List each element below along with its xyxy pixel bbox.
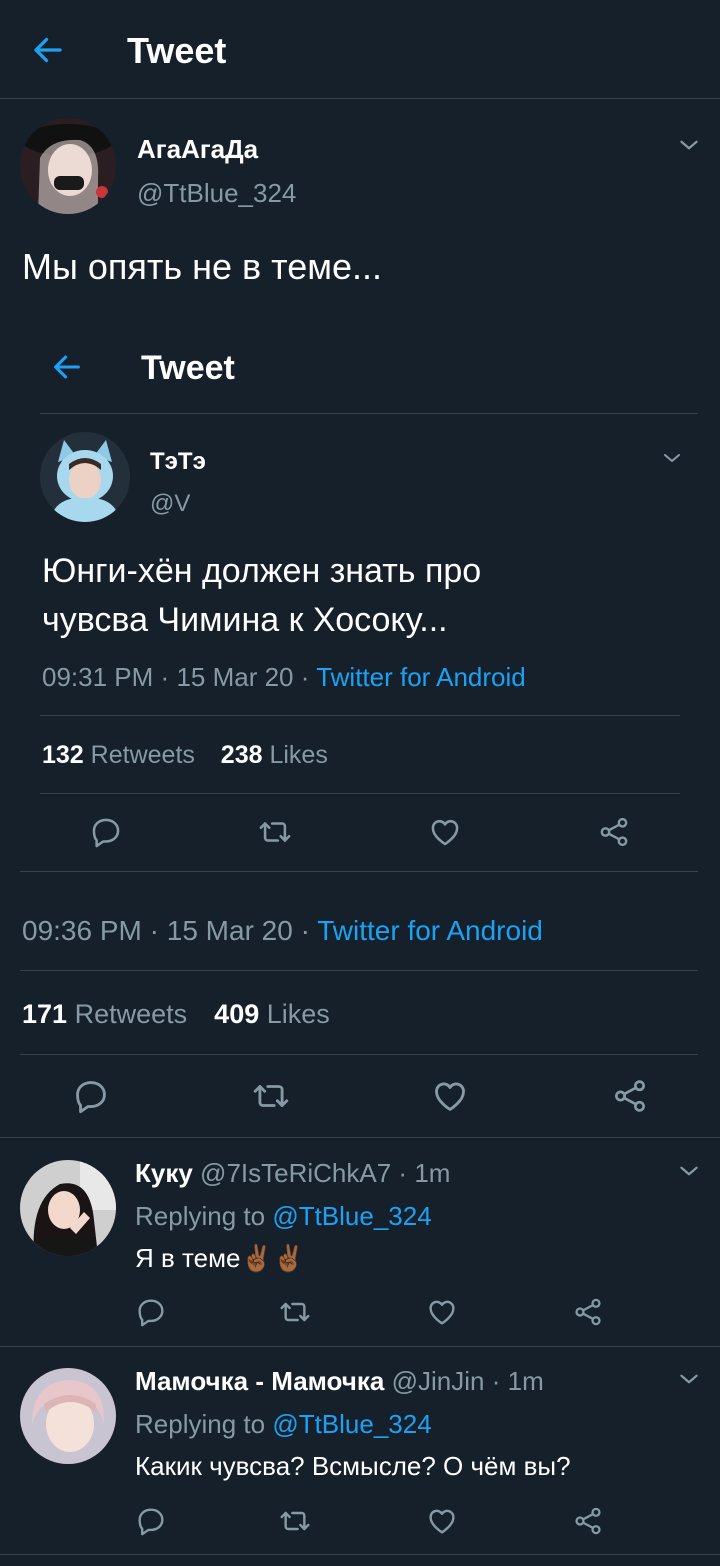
replying-prefix: Replying to: [135, 1201, 266, 1231]
retweet-icon[interactable]: [279, 1505, 311, 1537]
quoted-retweet-icon: [258, 815, 292, 849]
reply-text: Какик чувсва? Всмысле? О чём вы?: [135, 1451, 571, 1481]
separator: ·: [300, 915, 310, 946]
tweet-timestamp: 09:36 PM · 15 Mar 20 · Twitter for Andro…: [22, 915, 543, 947]
reply-age: 1m: [414, 1158, 451, 1188]
replying-to: Replying to @TtBlue_324: [135, 1201, 432, 1232]
quoted-chevron-down-icon: [660, 446, 684, 470]
back-arrow-icon[interactable]: [30, 32, 66, 68]
quoted-divider: [40, 715, 680, 716]
quoted-date: 15 Mar 20: [176, 662, 294, 692]
reply-header: Куку @7IsTeRiChkA7 · 1m: [135, 1158, 450, 1189]
author-handle[interactable]: @TtBlue_324: [137, 178, 296, 209]
replying-handle-link[interactable]: @TtBlue_324: [272, 1201, 431, 1231]
retweets-label[interactable]: Retweets: [75, 999, 188, 1029]
quoted-stats: 132 Retweets 238 Likes: [42, 741, 328, 770]
separator: ·: [300, 662, 310, 692]
quoted-header-divider: [40, 413, 698, 414]
quoted-retweets-count: 132: [42, 741, 84, 769]
tweet-text: Мы опять не в теме...: [22, 246, 383, 287]
reply-avatar[interactable]: [20, 1368, 116, 1464]
share-icon[interactable]: [572, 1296, 604, 1328]
quoted-like-icon: [428, 815, 462, 849]
quoted-source-link: Twitter for Android: [316, 662, 526, 692]
retweet-icon[interactable]: [279, 1296, 311, 1328]
reply-author-name[interactable]: Куку: [135, 1158, 193, 1188]
likes-label[interactable]: Likes: [267, 999, 330, 1029]
reply-text: Я в теме✌🏾✌🏾: [135, 1243, 306, 1273]
quoted-back-arrow-icon: [50, 350, 84, 384]
likes-count[interactable]: 409: [214, 999, 259, 1029]
reply-divider: [0, 1554, 720, 1555]
share-icon[interactable]: [611, 1077, 649, 1115]
tweet-stats: 171 Retweets 409 Likes: [22, 999, 330, 1030]
quoted-text-line2: чувсва Чимина к Хосоку...: [42, 601, 448, 639]
tweet-time: 09:36 PM: [22, 915, 142, 946]
reply-icon[interactable]: [135, 1296, 167, 1328]
like-icon[interactable]: [431, 1077, 469, 1115]
reply-icon[interactable]: [72, 1077, 110, 1115]
retweets-count[interactable]: 171: [22, 999, 67, 1029]
replying-prefix: Replying to: [135, 1409, 266, 1439]
separator: ·: [398, 1158, 408, 1188]
reply-author-name[interactable]: Мамочка - Мамочка: [135, 1366, 384, 1396]
tweet-source-link[interactable]: Twitter for Android: [317, 915, 543, 946]
quoted-share-icon: [597, 815, 631, 849]
reply-icon[interactable]: [135, 1505, 167, 1537]
chevron-down-icon[interactable]: [676, 1158, 702, 1184]
quoted-divider: [40, 793, 680, 794]
retweet-icon[interactable]: [252, 1077, 290, 1115]
separator: ·: [149, 915, 159, 946]
tweet-divider: [20, 970, 698, 971]
reply-divider: [0, 1346, 720, 1347]
tweet-bottom-divider: [0, 1137, 720, 1138]
header-divider: [0, 98, 720, 99]
tweet-divider: [20, 1054, 698, 1055]
tweet-date: 15 Mar 20: [166, 915, 293, 946]
share-icon[interactable]: [572, 1505, 604, 1537]
reply-author-handle[interactable]: @7IsTeRiChkA7: [200, 1158, 391, 1188]
quoted-likes-count: 238: [220, 741, 263, 769]
replying-to: Replying to @TtBlue_324: [135, 1409, 432, 1440]
quoted-time: 09:31 PM: [42, 662, 154, 692]
author-name[interactable]: АгаАгаДа: [137, 134, 258, 165]
chevron-down-icon[interactable]: [676, 1366, 702, 1392]
reply-age: 1m: [507, 1366, 544, 1396]
separator: ·: [160, 662, 170, 692]
reply-avatar[interactable]: [20, 1160, 116, 1256]
quoted-text-line1: Юнги-хён должен знать про: [42, 552, 482, 590]
quoted-author-avatar: [40, 432, 130, 522]
separator: ·: [491, 1366, 501, 1396]
like-icon[interactable]: [426, 1505, 458, 1537]
chevron-down-icon[interactable]: [676, 132, 702, 158]
quoted-likes-label: Likes: [269, 741, 328, 769]
quoted-header-title: Tweet: [141, 349, 235, 387]
replying-handle-link[interactable]: @TtBlue_324: [272, 1409, 431, 1439]
like-icon[interactable]: [426, 1296, 458, 1328]
page-title: Tweet: [127, 30, 227, 71]
quoted-bottom-divider: [20, 871, 698, 872]
quoted-timestamp: 09:31 PM · 15 Mar 20 · Twitter for Andro…: [42, 662, 526, 693]
quoted-reply-icon: [89, 815, 123, 849]
quoted-retweets-label: Retweets: [90, 741, 195, 769]
quoted-author-handle: @V: [150, 490, 191, 517]
reply-header: Мамочка - Мамочка @JinJin · 1m: [135, 1366, 544, 1397]
author-avatar[interactable]: [20, 118, 116, 214]
quoted-author-name: ТэТэ: [150, 448, 206, 475]
reply-author-handle[interactable]: @JinJin: [392, 1366, 485, 1396]
